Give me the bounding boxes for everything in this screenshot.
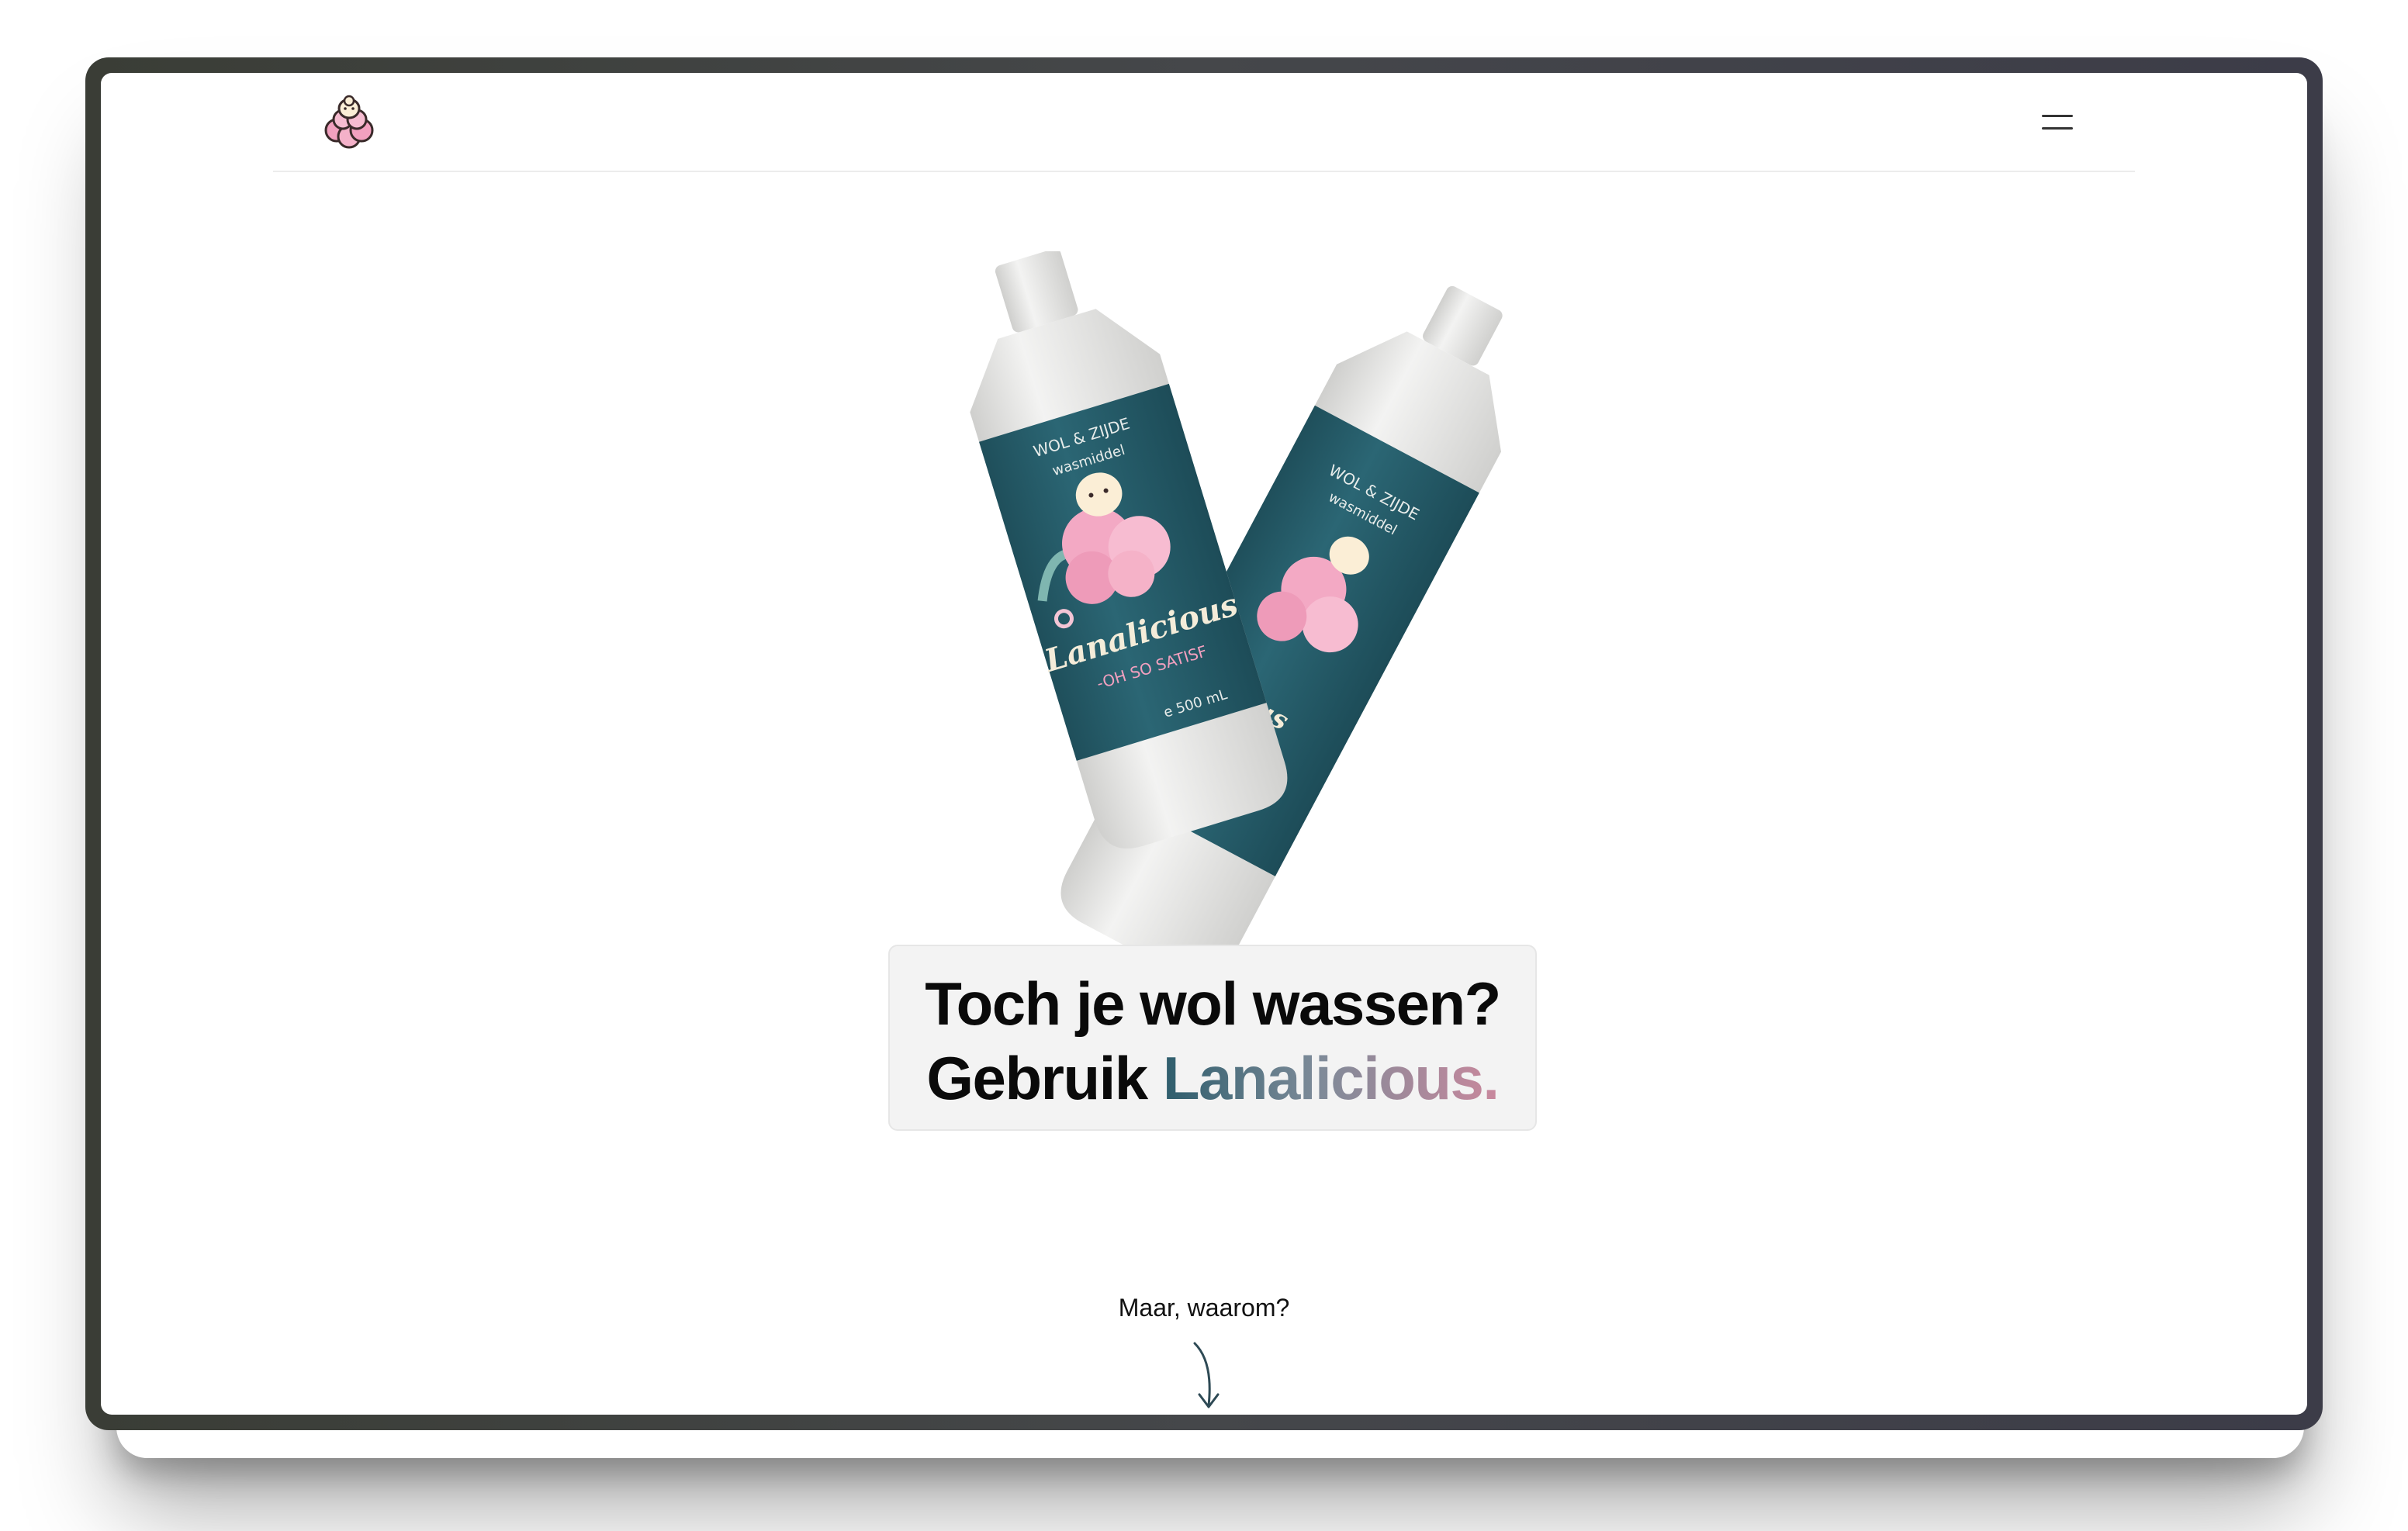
hamburger-menu-icon[interactable]: [2039, 107, 2076, 138]
hero-headline-prefix: Gebruik: [926, 1044, 1163, 1112]
menu-line-bottom: [2042, 127, 2073, 130]
brand-name-gradient: Lanalicious.: [1162, 1044, 1500, 1112]
browser-viewport: WOL & ZIJDE wasmiddel ious 500 mL WOL & …: [101, 73, 2307, 1415]
menu-line-top: [2042, 115, 2073, 117]
product-bottles-image: WOL & ZIJDE wasmiddel ious 500 mL WOL & …: [923, 248, 1606, 1011]
hero-headline-card: Toch je wol wassen? Gebruik Lanalicious.: [888, 945, 1537, 1131]
hero-headline-line1: Toch je wol wassen?: [925, 969, 1501, 1038]
arrow-down-icon[interactable]: [1187, 1339, 1233, 1410]
why-scroll-link[interactable]: Maar, waarom?: [101, 1294, 2307, 1322]
hero-headline-line2: Gebruik Lanalicious.: [890, 1041, 1535, 1115]
sheep-logo-icon[interactable]: [321, 93, 377, 152]
device-frame: WOL & ZIJDE wasmiddel ious 500 mL WOL & …: [85, 57, 2323, 1430]
top-navigation: [273, 73, 2135, 172]
